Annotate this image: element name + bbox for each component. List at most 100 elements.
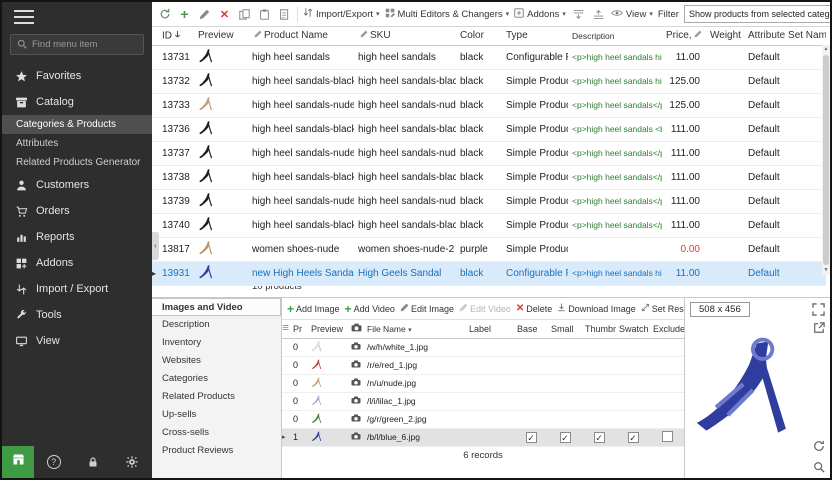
column-image-preview[interactable]: Preview: [308, 320, 348, 338]
sidebar-item-tools[interactable]: Tools: [2, 302, 152, 328]
image-row[interactable]: 0/n/u/nude.jpg: [282, 374, 684, 392]
sidebar-item-customers[interactable]: Customers: [2, 172, 152, 198]
product-row[interactable]: 13736high heel sandals-black-36high heel…: [152, 117, 826, 141]
sidebar-item-attributes[interactable]: Attributes: [2, 134, 152, 153]
column-id[interactable]: ID: [158, 27, 194, 45]
thumbnail-checkbox[interactable]: ✓: [594, 432, 605, 443]
tab-websites[interactable]: Websites: [152, 352, 281, 370]
sidebar-item-favorites[interactable]: Favorites: [2, 63, 152, 89]
product-row[interactable]: 13737high heel sandals-nude-36high heel …: [152, 141, 826, 165]
settings-button[interactable]: [124, 454, 140, 470]
base-checkbox[interactable]: ✓: [526, 432, 537, 443]
column-priority[interactable]: Pr: [290, 320, 308, 338]
camera-column-icon[interactable]: [348, 320, 364, 338]
product-row[interactable]: 13817women shoes-nudewomen shoes-nude-2p…: [152, 237, 826, 261]
image-row[interactable]: 0/r/e/red_1.jpg: [282, 356, 684, 374]
column-weight[interactable]: Weight: [706, 27, 744, 45]
exclude-checkbox[interactable]: [662, 431, 673, 442]
import-export-menu[interactable]: Import/Export▾: [303, 7, 380, 21]
sidebar-search[interactable]: [10, 34, 144, 55]
tab-images-and-video[interactable]: Images and Video: [152, 298, 281, 316]
help-button[interactable]: ?: [46, 454, 62, 470]
sidebar-item-related-products-generator[interactable]: Related Products Generator: [2, 153, 152, 172]
view-menu[interactable]: View▾: [611, 9, 653, 20]
scroll-up-icon[interactable]: ▲: [824, 45, 829, 54]
store-button[interactable]: [2, 446, 34, 478]
column-exclude[interactable]: Exclude: [650, 320, 684, 338]
duplicate-icon[interactable]: [277, 6, 292, 22]
copy-icon[interactable]: [237, 6, 252, 22]
column-color[interactable]: Color: [456, 27, 502, 45]
lock-button[interactable]: [85, 454, 101, 470]
column-attribute-set[interactable]: Attribute Set Name: [744, 27, 826, 45]
column-file-name[interactable]: File Name ▾: [364, 320, 466, 338]
sidebar-item-catalog[interactable]: Catalog: [2, 89, 152, 115]
product-row[interactable]: ▸13931new High Heels SandalsHigh Geels S…: [152, 261, 826, 285]
add-image-button[interactable]: +Add Image: [287, 302, 340, 316]
addons-menu[interactable]: Addons▾: [514, 8, 566, 21]
product-row[interactable]: 13731high heel sandalshigh heel sandalsb…: [152, 45, 826, 69]
collapse-panel-handle[interactable]: ‹: [152, 232, 159, 260]
column-preview[interactable]: Preview: [194, 27, 248, 45]
expand-rows-icon[interactable]: [571, 6, 586, 22]
image-row[interactable]: ▸1/b/l/blue_6.jpg✓✓✓✓: [282, 428, 684, 446]
column-base[interactable]: Base: [514, 320, 548, 338]
sidebar-item-reports[interactable]: Reports: [2, 224, 152, 250]
scroll-thumb[interactable]: [823, 55, 829, 265]
column-small[interactable]: Small: [548, 320, 582, 338]
image-row[interactable]: 0/g/r/green_2.jpg: [282, 410, 684, 428]
filter-select[interactable]: Show products from selected categories: [684, 5, 830, 23]
product-row[interactable]: 13733high heel sandals-nudehigh heel san…: [152, 93, 826, 117]
search-input[interactable]: [32, 39, 137, 50]
sidebar-item-orders[interactable]: Orders: [2, 198, 152, 224]
tab-product-reviews[interactable]: Product Reviews: [152, 442, 281, 460]
edit-image-button[interactable]: Edit Image: [400, 303, 454, 314]
sidebar-item-view[interactable]: View: [2, 328, 152, 354]
add-video-button[interactable]: +Add Video: [345, 302, 395, 316]
column-product-name[interactable]: Product Name: [248, 27, 354, 45]
paste-icon[interactable]: [257, 6, 272, 22]
tab-description[interactable]: Description: [152, 316, 281, 334]
collapse-rows-icon[interactable]: [591, 6, 606, 22]
preview-image[interactable]: [685, 318, 816, 458]
products-scrollbar[interactable]: ▲ ▼: [822, 45, 830, 275]
tab-categories[interactable]: Categories: [152, 370, 281, 388]
rotate-icon[interactable]: [813, 440, 826, 453]
multi-editors-menu[interactable]: Multi Editors & Changers▾: [385, 8, 510, 21]
column-type[interactable]: Type: [502, 27, 568, 45]
set-resize-rule-button[interactable]: Set Resize Rule: [641, 303, 684, 314]
column-thumbnail[interactable]: Thumbna: [582, 320, 616, 338]
image-row[interactable]: 0/l/i/lilac_1.jpg: [282, 392, 684, 410]
column-sku[interactable]: SKU: [354, 27, 456, 45]
column-swatch[interactable]: Swatch: [616, 320, 650, 338]
tab-cross-sells[interactable]: Cross-sells: [152, 424, 281, 442]
edit-video-button[interactable]: Edit Video: [459, 303, 511, 314]
add-product-icon[interactable]: +: [177, 6, 192, 22]
column-label[interactable]: Label: [466, 320, 514, 338]
swatch-checkbox[interactable]: ✓: [628, 432, 639, 443]
fullscreen-icon[interactable]: [812, 303, 825, 316]
product-row[interactable]: 13738high heel sandals-black-37high heel…: [152, 165, 826, 189]
product-row[interactable]: 13740high heel sandals-black-38high heel…: [152, 213, 826, 237]
tab-up-sells[interactable]: Up-sells: [152, 406, 281, 424]
delete-product-icon[interactable]: ✕: [217, 6, 232, 22]
zoom-icon[interactable]: [813, 461, 826, 474]
column-description[interactable]: Description: [568, 27, 662, 45]
image-row[interactable]: 0/w/h/white_1.jpg: [282, 338, 684, 356]
small-checkbox[interactable]: ✓: [560, 432, 571, 443]
menu-icon[interactable]: [14, 10, 34, 24]
sidebar-item-addons[interactable]: Addons: [2, 250, 152, 276]
refresh-icon[interactable]: [157, 6, 172, 22]
scroll-down-icon[interactable]: ▼: [824, 266, 829, 275]
column-price[interactable]: Price,: [662, 27, 706, 45]
download-image-button[interactable]: Download Image: [557, 303, 636, 314]
edit-product-icon[interactable]: [197, 6, 212, 22]
delete-image-button[interactable]: ✕Delete: [516, 303, 552, 314]
product-row[interactable]: 13739high heel sandals-nude-37high heel …: [152, 189, 826, 213]
product-row[interactable]: 13732high heel sandals-blackhigh heel sa…: [152, 69, 826, 93]
sidebar-item-import-export[interactable]: Import / Export: [2, 276, 152, 302]
tab-inventory[interactable]: Inventory: [152, 334, 281, 352]
product-color: black: [456, 45, 502, 69]
tab-related-products[interactable]: Related Products: [152, 388, 281, 406]
sidebar-item-categories-products[interactable]: Categories & Products: [2, 115, 152, 134]
